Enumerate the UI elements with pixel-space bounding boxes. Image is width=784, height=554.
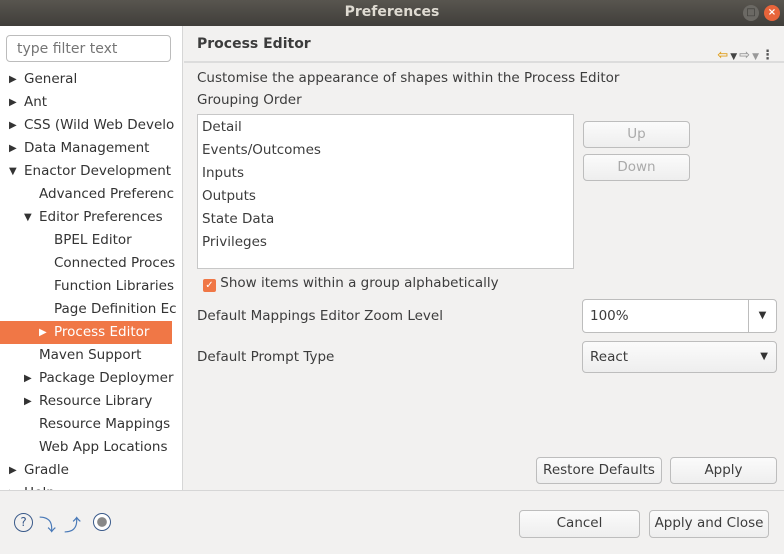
- tree-item-label: Help: [24, 482, 55, 490]
- prompt-type-label: Default Prompt Type: [197, 349, 335, 365]
- tree-item[interactable]: Resource Mappings: [0, 413, 182, 436]
- forward-arrow-icon[interactable]: ⇨: [739, 48, 752, 63]
- close-icon[interactable]: ×: [764, 5, 780, 21]
- tree-item-label: General: [24, 71, 78, 87]
- page-header: Process Editor ⇦▼⇨▼⋮: [184, 26, 784, 63]
- alphabetical-checkbox-label: Show items within a group alphabetically: [220, 275, 499, 291]
- tree-item[interactable]: ▼ Editor Preferences: [0, 206, 182, 229]
- tree-item[interactable]: Advanced Preferenc: [0, 183, 182, 206]
- window-title: Preferences: [344, 4, 440, 20]
- preference-tree: ▶ General ▶ Ant ▶ CSS (Wild Web Develo ▶ Data M…: [0, 68, 182, 490]
- tree-item-label: Advanced Preferenc: [39, 186, 175, 202]
- tree-item[interactable]: ▶ Process Editor: [0, 321, 172, 344]
- tree-item-label: Web App Locations: [39, 439, 168, 455]
- tree-item[interactable]: ▶ Package Deploymer: [0, 367, 182, 390]
- tree-item[interactable]: Function Libraries: [0, 275, 182, 298]
- tree-item-label: Connected Proces: [54, 255, 176, 271]
- restore-defaults-button[interactable]: Restore Defaults: [536, 457, 662, 484]
- tree-item-label: Package Deploymer: [39, 370, 174, 386]
- zoom-level-label: Default Mappings Editor Zoom Level: [197, 308, 443, 324]
- expand-arrow-icon[interactable]: ▶: [9, 137, 17, 160]
- tree-item[interactable]: ▶ Ant: [0, 91, 182, 114]
- tree-item[interactable]: Page Definition Ec: [0, 298, 182, 321]
- maximize-icon[interactable]: □: [743, 5, 759, 21]
- cancel-button[interactable]: Cancel: [519, 510, 640, 538]
- tree-item-label: Maven Support: [39, 347, 142, 363]
- import-icon[interactable]: ⤵: [39, 511, 56, 536]
- tree-item[interactable]: ▶ CSS (Wild Web Develo: [0, 114, 182, 137]
- down-button[interactable]: Down: [583, 154, 690, 181]
- tree-item-label: Enactor Development: [24, 163, 172, 179]
- expand-arrow-icon[interactable]: ▶: [9, 114, 17, 137]
- tree-item[interactable]: Connected Proces: [0, 252, 182, 275]
- tree-item-label: Gradle: [24, 462, 69, 478]
- filter-input[interactable]: [6, 35, 171, 62]
- tree-item-label: Editor Preferences: [39, 209, 163, 225]
- grouping-list-item[interactable]: State Data: [198, 208, 573, 231]
- tree-item-label: Resource Library: [39, 393, 153, 409]
- expand-arrow-icon[interactable]: ▶: [9, 459, 17, 482]
- forward-menu-icon[interactable]: ▼: [752, 52, 761, 62]
- tree-item-label: CSS (Wild Web Develo: [24, 117, 175, 133]
- preference-tree-panel: ▶ General ▶ Ant ▶ CSS (Wild Web Develo ▶ Data M…: [0, 26, 183, 490]
- expand-arrow-icon[interactable]: ▶: [24, 390, 32, 413]
- help-icon[interactable]: ?: [14, 513, 33, 532]
- tree-item[interactable]: ▶ Gradle: [0, 459, 182, 482]
- page-title: Process Editor: [197, 36, 311, 52]
- zoom-level-value: 100%: [590, 308, 629, 324]
- record-icon[interactable]: [93, 513, 111, 531]
- tree-item[interactable]: ▼ Enactor Development: [0, 160, 182, 183]
- grouping-list-item[interactable]: Events/Outcomes: [198, 139, 573, 162]
- grouping-list-item[interactable]: Privileges: [198, 231, 573, 254]
- expand-arrow-icon[interactable]: ▶: [9, 482, 17, 490]
- tree-item[interactable]: Web App Locations: [0, 436, 182, 459]
- tree-item[interactable]: ▶ Help: [0, 482, 182, 490]
- tree-item[interactable]: ▶ Data Management: [0, 137, 182, 160]
- apply-button[interactable]: Apply: [670, 457, 777, 484]
- grouping-list-item[interactable]: Outputs: [198, 185, 573, 208]
- tree-item[interactable]: ▶ General: [0, 68, 182, 91]
- export-icon[interactable]: ⤴: [64, 511, 81, 536]
- expand-arrow-icon[interactable]: ▶: [9, 91, 17, 114]
- more-options-icon[interactable]: ⋮: [761, 48, 776, 63]
- tree-item-label: Process Editor: [54, 324, 150, 340]
- back-arrow-icon[interactable]: ⇦: [717, 48, 730, 63]
- tree-item[interactable]: Maven Support: [0, 344, 182, 367]
- back-menu-icon[interactable]: ▼: [730, 52, 739, 62]
- tree-item-label: Data Management: [24, 140, 150, 156]
- tree-item-label: Page Definition Ec: [54, 301, 177, 317]
- expand-arrow-icon[interactable]: ▶: [24, 367, 32, 390]
- grouping-order-label: Grouping Order: [197, 92, 302, 108]
- apply-and-close-button[interactable]: Apply and Close: [649, 510, 769, 538]
- up-button[interactable]: Up: [583, 121, 690, 148]
- prompt-type-select[interactable]: React ▼: [582, 341, 777, 373]
- tree-item-label: Ant: [24, 94, 48, 110]
- dropdown-icon[interactable]: ▼: [748, 300, 776, 332]
- tree-item-label: Function Libraries: [54, 278, 175, 294]
- dialog-footer: ? ⤵ ⤴ Cancel Apply and Close: [0, 490, 784, 554]
- preference-page: Process Editor ⇦▼⇨▼⋮ Customise the appea…: [184, 26, 784, 490]
- alphabetical-checkbox-row[interactable]: ✓ Show items within a group alphabetical…: [203, 275, 499, 292]
- collapse-arrow-icon[interactable]: ▼: [24, 206, 32, 229]
- tree-item-label: Resource Mappings: [39, 416, 171, 432]
- collapse-arrow-icon[interactable]: ▼: [9, 160, 17, 183]
- title-bar: Preferences □ ×: [0, 0, 784, 26]
- grouping-list-item[interactable]: Detail: [198, 116, 573, 139]
- tree-item[interactable]: ▶ Resource Library: [0, 390, 182, 413]
- zoom-level-combo[interactable]: 100% ▼: [582, 299, 777, 333]
- tree-item[interactable]: BPEL Editor: [0, 229, 182, 252]
- alphabetical-checkbox[interactable]: ✓: [203, 279, 216, 292]
- prompt-type-value: React: [590, 349, 629, 365]
- page-description: Customise the appearance of shapes withi…: [197, 70, 620, 86]
- grouping-list-item[interactable]: Inputs: [198, 162, 573, 185]
- dropdown-icon: ▼: [760, 351, 768, 362]
- expand-arrow-icon[interactable]: ▶: [39, 321, 47, 344]
- expand-arrow-icon[interactable]: ▶: [9, 68, 17, 91]
- grouping-order-list[interactable]: Detail Events/Outcomes Inputs Outputs State …: [197, 114, 574, 269]
- tree-item-label: BPEL Editor: [54, 232, 132, 248]
